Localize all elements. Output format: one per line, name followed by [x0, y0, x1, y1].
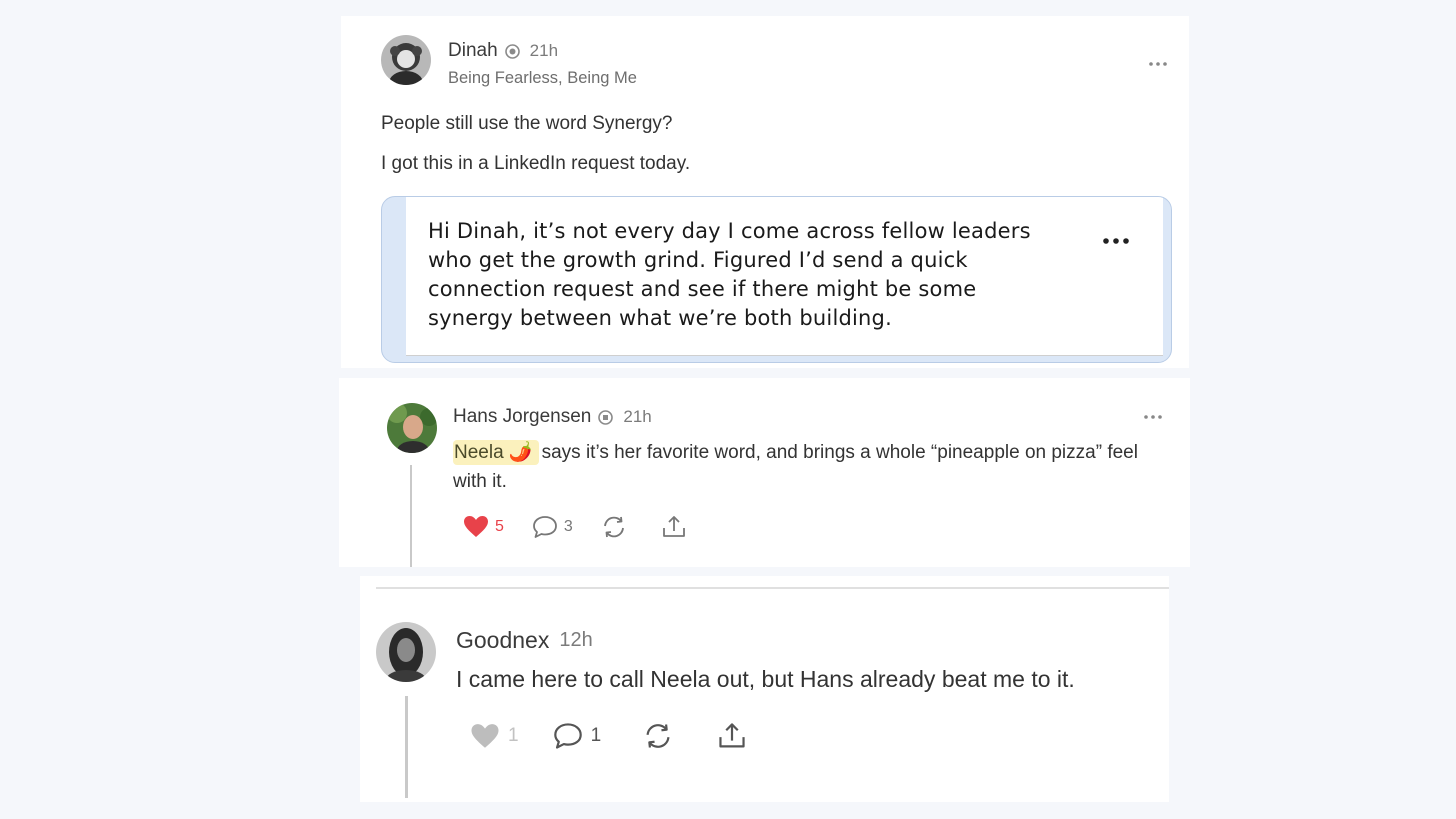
embedded-message-card: Hi Dinah, it’s not every day I come acro…	[406, 197, 1163, 356]
embedded-image[interactable]: Hi Dinah, it’s not every day I come acro…	[381, 196, 1172, 363]
comment-text-body: says it’s her favorite word, and brings …	[453, 442, 1138, 492]
user-mention[interactable]: Neela 🌶️	[453, 440, 539, 465]
post-text-line: People still use the word Synergy?	[381, 113, 673, 134]
divider	[376, 587, 1169, 589]
verified-badge-icon	[598, 409, 614, 425]
restack-icon	[603, 516, 624, 538]
commenter-avatar[interactable]	[376, 622, 436, 682]
reply-card: Goodnex 12h I came here to call Neela ou…	[360, 576, 1169, 802]
commenter-avatar[interactable]	[387, 403, 437, 453]
author-line: Dinah 21h	[448, 40, 558, 62]
embedded-message-text: Hi Dinah, it’s not every day I come acro…	[428, 219, 1031, 330]
author-avatar[interactable]	[381, 35, 431, 85]
comment-actions: 5 3	[463, 514, 687, 540]
more-options-icon[interactable]	[1146, 57, 1170, 71]
share-button[interactable]	[717, 721, 747, 751]
heart-icon	[471, 723, 499, 748]
comment-text: Neela 🌶️ says it’s her favorite word, and…	[453, 438, 1163, 496]
comment-actions: 1 1	[470, 721, 747, 751]
author-line: Hans Jorgensen 21h	[453, 406, 652, 428]
commenter-name[interactable]: Hans Jorgensen	[453, 406, 591, 428]
like-count: 1	[508, 725, 519, 746]
restack-button[interactable]	[601, 514, 627, 540]
share-icon	[662, 516, 685, 537]
post-timestamp[interactable]: 21h	[530, 41, 558, 61]
comment-timestamp[interactable]: 21h	[623, 407, 651, 427]
reply-button[interactable]: 1	[553, 722, 602, 750]
author-line: Goodnex 12h	[456, 627, 593, 654]
author-name[interactable]: Dinah	[448, 40, 498, 62]
share-button[interactable]	[661, 514, 687, 540]
reply-count: 1	[590, 725, 602, 746]
comment-icon	[533, 516, 557, 538]
verified-badge-icon	[504, 43, 520, 59]
reply-count: 3	[563, 518, 573, 535]
restack-button[interactable]	[643, 721, 673, 751]
comment-icon	[553, 723, 582, 749]
comment-text: I came here to call Neela out, but Hans …	[456, 666, 1075, 692]
like-button[interactable]: 5	[463, 515, 504, 539]
restack-icon	[646, 724, 670, 748]
author-subtitle[interactable]: Being Fearless, Being Me	[448, 69, 637, 88]
comment-timestamp[interactable]: 12h	[559, 629, 592, 652]
reply-button[interactable]: 3	[532, 515, 573, 539]
heart-icon	[464, 516, 488, 537]
post-text-line: I got this in a LinkedIn request today.	[381, 153, 691, 174]
like-button[interactable]: 1	[470, 723, 519, 750]
share-icon	[719, 723, 745, 748]
thread-line	[405, 696, 408, 798]
more-options-icon[interactable]	[1141, 410, 1165, 424]
commenter-name[interactable]: Goodnex	[456, 627, 549, 654]
comment-card: Hans Jorgensen 21h Neela 🌶️ says it’s her…	[339, 378, 1190, 567]
like-count: 5	[495, 518, 504, 535]
thread-line	[410, 465, 412, 567]
embedded-more-icon	[1102, 233, 1132, 244]
post-card: Dinah 21h Being Fearless, Being Me Peopl…	[341, 16, 1189, 368]
